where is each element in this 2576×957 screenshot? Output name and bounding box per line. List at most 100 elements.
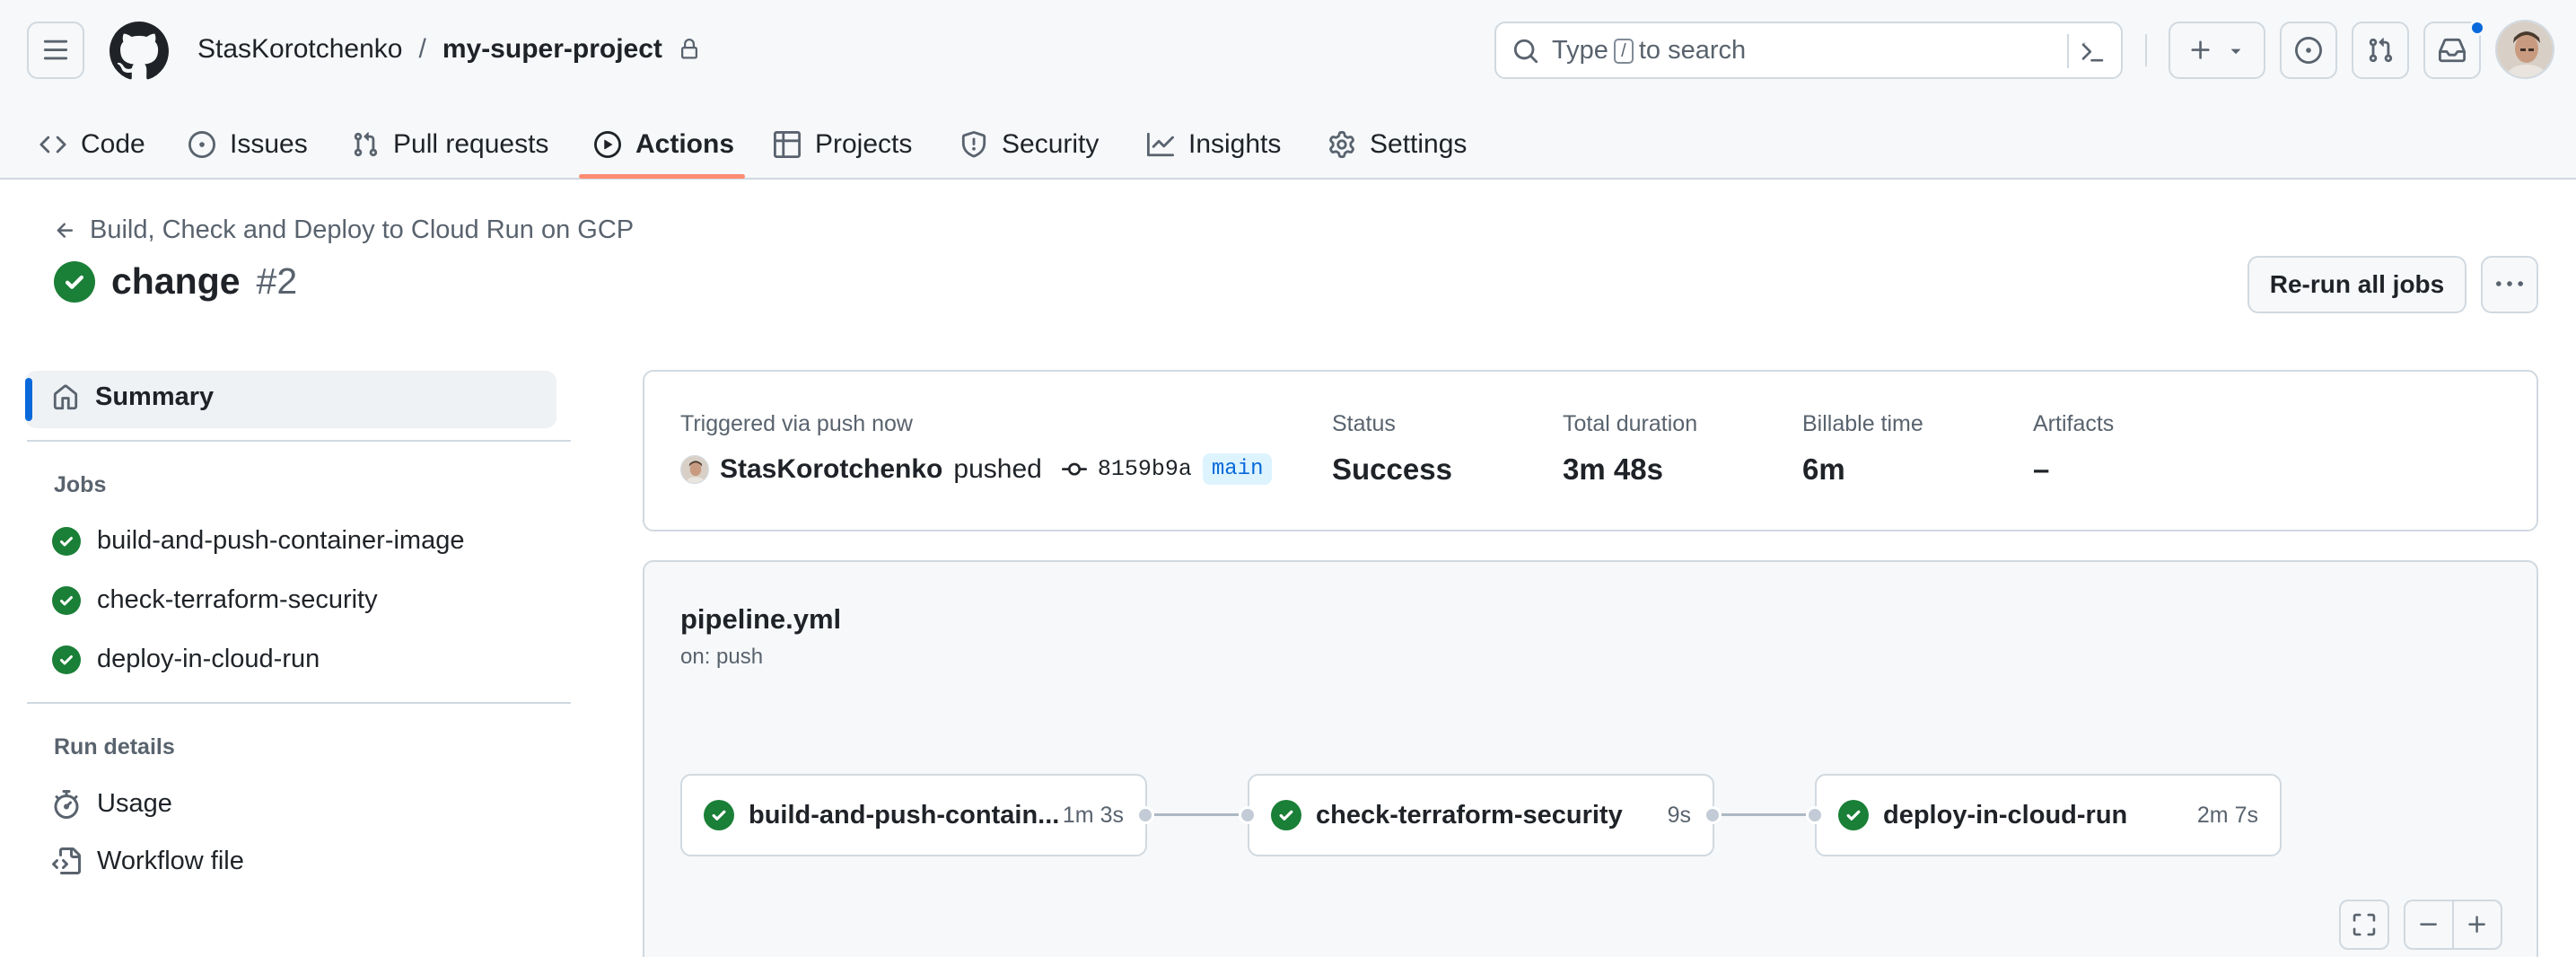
job-name: deploy-in-cloud-run (1883, 800, 2128, 830)
tab-insights[interactable]: Insights (1147, 110, 1281, 180)
search-icon (1513, 39, 1538, 64)
branch-label[interactable]: main (1202, 453, 1273, 485)
tab-issues[interactable]: Issues (188, 110, 308, 180)
pull-requests-shortcut-button[interactable] (2352, 22, 2409, 79)
check-circle-fill-icon (52, 526, 81, 556)
job-label: deploy-in-cloud-run (97, 645, 320, 673)
run-summary-card (643, 370, 2538, 531)
tab-label: Settings (1370, 129, 1468, 159)
git-pull-request-icon (2369, 38, 2393, 63)
workflow-file-name[interactable]: pipeline.yml (680, 603, 841, 636)
sidebar-job-deploy[interactable]: deploy-in-cloud-run (52, 645, 320, 674)
job-label: check-terraform-security (97, 585, 378, 614)
connector-dot (1136, 806, 1154, 824)
duration-value[interactable]: 3m 48s (1563, 452, 1663, 487)
tab-projects[interactable]: Projects (774, 110, 912, 180)
workflow-back-link[interactable]: Build, Check and Deploy to Cloud Run on … (54, 215, 634, 245)
run-details-heading: Run details (54, 734, 175, 759)
summary-label: Summary (95, 382, 215, 411)
menu-button[interactable] (27, 22, 84, 79)
tab-actions[interactable]: Actions (594, 110, 734, 180)
plus-icon (2191, 40, 2210, 59)
play-icon (594, 131, 621, 158)
workflow-name: Build, Check and Deploy to Cloud Run on … (90, 215, 635, 244)
check-circle-fill-icon (1271, 800, 1301, 830)
active-tab-indicator (579, 174, 745, 179)
minus-icon (2420, 923, 2437, 926)
workflow-file-label: Workflow file (97, 847, 244, 875)
command-palette-icon[interactable] (2080, 40, 2105, 65)
run-title: change #2 (54, 260, 297, 303)
graph-job-check[interactable]: check-terraform-security 9s (1248, 774, 1714, 856)
zoom-in-button[interactable] (2452, 900, 2502, 950)
inbox-icon (2439, 38, 2466, 63)
actor-name[interactable]: StasKorotchenko (720, 454, 942, 485)
hamburger-icon (43, 40, 68, 60)
zoom-out-button[interactable] (2404, 900, 2454, 950)
file-code-icon (52, 847, 81, 874)
plus-icon (2468, 916, 2485, 933)
artifacts-value: – (2033, 452, 2050, 486)
sidebar-usage[interactable]: Usage (52, 789, 172, 819)
arrow-left-icon (57, 222, 74, 238)
check-circle-fill-icon (52, 585, 81, 615)
job-name: check-terraform-security (1316, 800, 1623, 830)
sidebar-workflow-file[interactable]: Workflow file (52, 847, 244, 876)
status-value: Success (1332, 452, 1452, 486)
rerun-all-jobs-button[interactable]: Re-run all jobs (2247, 256, 2466, 313)
check-circle-fill-icon (704, 800, 734, 830)
lock-icon (680, 39, 697, 59)
job-connector (1714, 813, 1815, 816)
sidebar-job-build[interactable]: build-and-push-container-image (52, 526, 464, 556)
usage-label: Usage (97, 789, 172, 818)
tab-pull-requests[interactable]: Pull requests (352, 110, 548, 180)
tab-code[interactable]: Code (39, 110, 145, 180)
connector-dot (1704, 806, 1722, 824)
workflow-graph-card (643, 560, 2538, 957)
run-name: change (111, 260, 241, 302)
git-commit-icon (1061, 462, 1087, 476)
github-logo-icon[interactable] (110, 22, 169, 81)
shield-icon (961, 131, 986, 158)
tab-settings[interactable]: Settings (1328, 110, 1467, 180)
triangle-down-icon (2230, 48, 2241, 54)
sidebar-summary-link[interactable]: Summary (52, 382, 214, 412)
fullscreen-button[interactable] (2339, 900, 2389, 950)
gear-icon (1329, 131, 1354, 158)
more-options-button[interactable] (2481, 256, 2538, 313)
search-shortcut-key: / (1613, 38, 1634, 64)
selected-indicator (25, 378, 32, 421)
search-suffix: to search (1638, 36, 1747, 65)
billable-label: Billable time (1802, 411, 1923, 436)
trigger-text: Triggered via push now (680, 411, 913, 436)
push-info: StasKorotchenko pushed 8159b9a main (680, 453, 1273, 485)
check-circle-fill-icon (1838, 800, 1869, 830)
repo-name-link[interactable]: my-super-project (442, 34, 662, 65)
tab-label: Actions (635, 129, 735, 159)
graph-job-deploy[interactable]: deploy-in-cloud-run 2m 7s (1815, 774, 2282, 856)
issue-opened-icon (2295, 37, 2322, 64)
user-avatar[interactable] (2495, 20, 2554, 79)
workflow-trigger: on: push (680, 645, 764, 669)
issues-shortcut-button[interactable] (2280, 22, 2337, 79)
tab-label: Security (1002, 129, 1100, 159)
create-new-button[interactable] (2169, 22, 2265, 79)
search-input[interactable]: Type / to search (1494, 22, 2123, 79)
tab-label: Issues (230, 129, 308, 159)
tab-security[interactable]: Security (960, 110, 1099, 180)
home-icon (53, 384, 78, 409)
commit-sha[interactable]: 8159b9a (1098, 456, 1192, 482)
graph-icon (1147, 132, 1174, 157)
sidebar-job-check[interactable]: check-terraform-security (52, 585, 378, 615)
tab-label: Pull requests (393, 129, 549, 159)
repo-owner-link[interactable]: StasKorotchenko (197, 34, 402, 65)
connector-dot (1239, 806, 1257, 824)
actor-avatar[interactable] (680, 454, 709, 484)
pull-request-icon (354, 132, 378, 157)
code-icon (39, 136, 66, 154)
graph-job-build[interactable]: build-and-push-contain... 1m 3s (680, 774, 1147, 856)
check-circle-fill-icon (54, 260, 95, 303)
job-label: build-and-push-container-image (97, 526, 465, 555)
path-separator: / (418, 34, 426, 64)
app-header: StasKorotchenko / my-super-project Type … (0, 0, 2576, 180)
